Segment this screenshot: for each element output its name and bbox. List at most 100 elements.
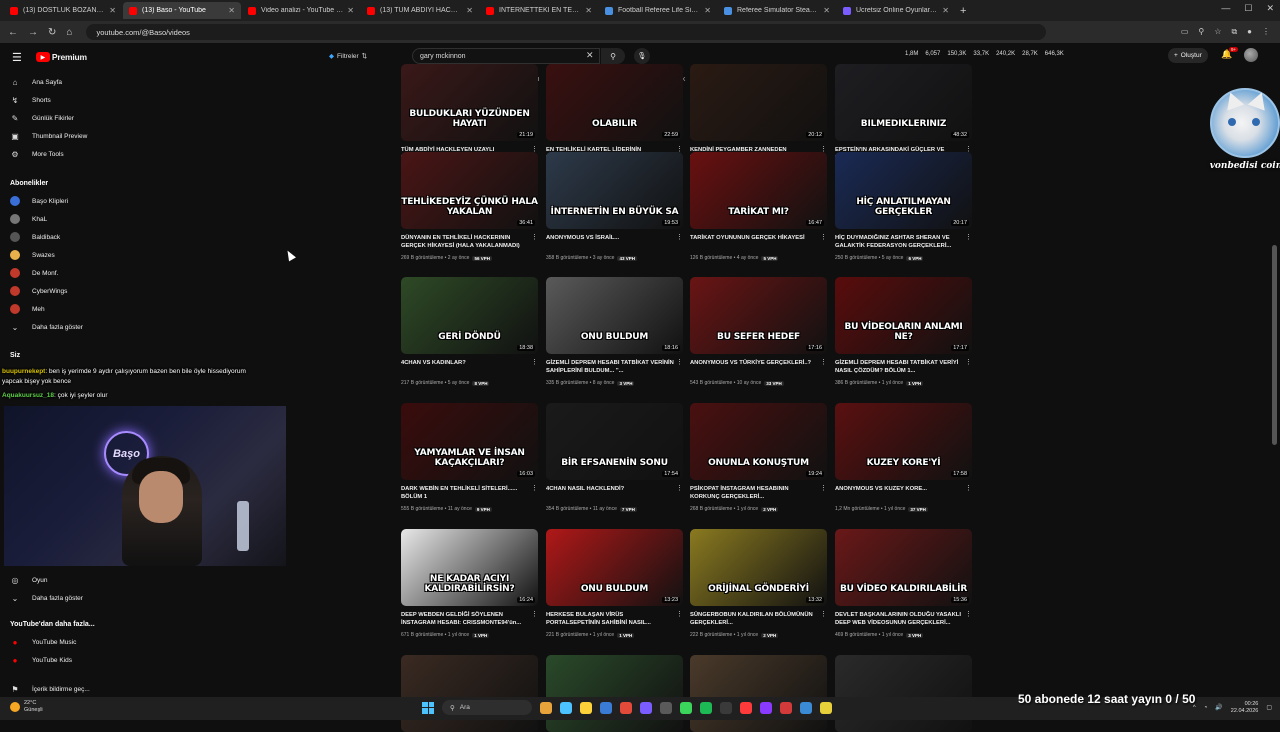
browser-tab[interactable]: Referee Simulator Steam'de ✕ (718, 2, 836, 19)
subscription-item[interactable]: Baldiback (10, 232, 60, 242)
taskbar-app-icon[interactable] (700, 701, 712, 714)
more-options-icon[interactable]: ⋮ (965, 358, 972, 366)
sidebar-item-report[interactable]: ⚑ İçerik bildirme geç... (10, 684, 89, 694)
video-thumbnail[interactable]: TEHLİKEDEYİZ ÇÜNKÜ HALA YAKALAN 36:41 (401, 152, 538, 229)
video-thumbnail[interactable]: BU SEFER HEDEF 17:16 (690, 277, 827, 354)
page-scrollbar[interactable] (1272, 245, 1277, 445)
show-more-button[interactable]: ⌄ Daha fazla göster (10, 593, 83, 603)
taskbar-app-icon[interactable] (620, 701, 632, 714)
video-thumbnail[interactable]: 20:12 (690, 64, 827, 141)
network-icon[interactable]: ◔ (1204, 705, 1208, 711)
browser-tab[interactable]: Football Referee Life Simulator✕ (599, 2, 717, 19)
video-title[interactable]: DÜNYANIN EN TEHLİKELİ HACKERININ GERÇEK … (401, 234, 529, 251)
video-thumbnail[interactable]: KUZEY KORE'Yİ 17:58 (835, 403, 972, 480)
sidebar-item[interactable]: ● YouTube Music (10, 637, 77, 647)
more-options-icon[interactable]: ⋮ (965, 610, 972, 618)
cast-icon[interactable]: ▭ (1181, 27, 1189, 37)
tab-close-icon[interactable]: ✕ (347, 6, 354, 15)
zoom-icon[interactable]: ⚲ (1198, 27, 1204, 37)
sidebar-item[interactable]: ⚙ More Tools (10, 149, 63, 159)
taskbar-app-icon[interactable] (720, 701, 732, 714)
taskbar-app-icon[interactable] (560, 701, 572, 714)
video-title[interactable]: HERKESE BULAŞAN VİRÜS PORTALSEPETİNİN SA… (546, 611, 674, 628)
sidebar-item[interactable]: ● YouTube Kids (10, 655, 72, 665)
sidebar-item[interactable]: ✎ Günlük Fikirler (10, 113, 74, 123)
video-thumbnail[interactable] (690, 655, 827, 732)
video-title[interactable]: DEVLET BAŞKANLARININ OLDUĞU YASAKLI DEEP… (835, 611, 963, 628)
more-options-icon[interactable]: ⋮ (820, 233, 827, 241)
tab-close-icon[interactable]: ✕ (704, 6, 711, 15)
video-thumbnail[interactable]: BİR EFSANENİN SONU 17:54 (546, 403, 683, 480)
more-options-icon[interactable]: ⋮ (965, 233, 972, 241)
maximize-icon[interactable]: ☐ (1244, 3, 1252, 14)
video-title[interactable]: ANONYMOUS VS İSRAİL... (546, 234, 674, 242)
subscription-item[interactable]: Meh (10, 304, 45, 314)
video-thumbnail[interactable]: GERİ DÖNDÜ 18:38 (401, 277, 538, 354)
search-button[interactable]: ⚲ (601, 48, 625, 64)
taskbar-search[interactable]: ⚲ Ara (442, 700, 532, 715)
voice-search-button[interactable]: 🎙 (634, 48, 650, 64)
video-title[interactable]: TARİKAT OYUNUNUN GERÇEK HİKAYESİ (690, 234, 818, 242)
clear-search-icon[interactable]: ✕ (586, 50, 594, 61)
video-thumbnail[interactable]: ONU BULDUM 18:16 (546, 277, 683, 354)
video-title[interactable]: HİÇ DUYMADIĞINIZ ASHTAR SHERAN VE GALAKT… (835, 234, 963, 251)
new-tab-icon[interactable]: + (960, 5, 966, 17)
video-title[interactable]: ANONYMOUS VS TÜRKİYE GERÇEKLERİ..? (690, 359, 818, 367)
back-icon[interactable]: ← (8, 27, 18, 38)
taskbar-app-icon[interactable] (800, 701, 812, 714)
video-thumbnail[interactable]: ORİJİNAL GÖNDERİYİ 13:32 (690, 529, 827, 606)
more-options-icon[interactable]: ⋮ (676, 233, 683, 241)
video-title[interactable]: DEEP WEBDEN GELDİĞİ SÖYLENEN İNSTAGRAM H… (401, 611, 529, 628)
url-field[interactable]: youtube.com/@Baso/videos (86, 24, 1047, 40)
show-more-button[interactable]: ⌄ Daha fazla göster (10, 322, 83, 332)
more-options-icon[interactable]: ⋮ (965, 484, 972, 492)
browser-tab[interactable]: (13) Baso - YouTube ✕ (123, 2, 241, 19)
weather-widget[interactable]: 22°C Güneşli (10, 700, 43, 713)
close-window-icon[interactable]: ✕ (1266, 3, 1274, 14)
profile-icon[interactable]: ● (1247, 27, 1252, 37)
tab-close-icon[interactable]: ✕ (823, 6, 830, 15)
tab-close-icon[interactable]: ✕ (109, 6, 116, 15)
video-thumbnail[interactable]: HİÇ ANLATILMAYAN GERÇEKLER 20:17 (835, 152, 972, 229)
tab-close-icon[interactable]: ✕ (466, 6, 473, 15)
more-options-icon[interactable]: ⋮ (676, 484, 683, 492)
create-button[interactable]: + Oluştur (1168, 48, 1208, 63)
video-thumbnail[interactable]: İNTERNETİN EN BÜYÜK SA 19:53 (546, 152, 683, 229)
more-options-icon[interactable]: ⋮ (676, 610, 683, 618)
extensions-icon[interactable]: ⧉ (1231, 27, 1237, 37)
subscription-item[interactable]: Başo Klipleri (10, 196, 68, 206)
browser-tab[interactable]: (13) DOSTLUK BOZAN OYUN... ✕ (4, 2, 122, 19)
video-title[interactable]: 4CHAN VS KADINLAR? (401, 359, 529, 367)
more-options-icon[interactable]: ⋮ (820, 358, 827, 366)
subscription-item[interactable]: Swazes (10, 250, 55, 260)
taskbar-app-icon[interactable] (740, 701, 752, 714)
sidebar-item-game[interactable]: ◎ Oyun (10, 575, 48, 585)
bookmark-star-icon[interactable]: ☆ (1214, 27, 1221, 37)
youtube-logo[interactable]: ▶ Premium (35, 52, 87, 62)
taskbar-app-icon[interactable] (680, 701, 692, 714)
video-thumbnail[interactable]: NE KADAR ACIYI KALDIRABİLİRSİN? 16:24 (401, 529, 538, 606)
taskbar-app-icon[interactable] (640, 701, 652, 714)
video-thumbnail[interactable]: YAMYAMLAR VE İNSAN KAÇAKÇILARI? 16:03 (401, 403, 538, 480)
browser-menu-icon[interactable]: ⋮ (1262, 27, 1270, 37)
video-title[interactable]: GİZEMLİ DEPREM HESABI TATBİKAT VERİYİ NA… (835, 359, 963, 376)
video-title[interactable]: ANONYMOUS VS KUZEY KORE... (835, 485, 963, 493)
more-options-icon[interactable]: ⋮ (820, 484, 827, 492)
subscription-item[interactable]: De Monf. (10, 268, 58, 278)
video-thumbnail[interactable]: BULDUKLARI YÜZÜNDEN HAYATI 21:19 (401, 64, 538, 141)
menu-icon[interactable]: ☰ (12, 51, 22, 64)
video-thumbnail[interactable]: ONU BULDUM 13:23 (546, 529, 683, 606)
home-icon[interactable]: ⌂ (66, 27, 72, 38)
browser-tab[interactable]: (13) TÜM ABDİYİ HACKLEYEN U... ✕ (361, 2, 479, 19)
clock[interactable]: 00:26 22.04.2026 (1231, 701, 1259, 715)
video-thumbnail[interactable]: BU VİDEOLARIN ANLAMI NE? 17:17 (835, 277, 972, 354)
sidebar-item[interactable]: ⌂ Ana Sayfa (10, 77, 62, 87)
taskbar-app-icon[interactable] (580, 701, 592, 714)
minimize-icon[interactable]: — (1221, 3, 1230, 14)
you-header[interactable]: Siz (10, 352, 20, 359)
taskbar-app-icon[interactable] (600, 701, 612, 714)
video-thumbnail[interactable]: BU VİDEO KALDIRILABİLİR 15:36 (835, 529, 972, 606)
subscription-item[interactable]: CyberWings (10, 286, 67, 296)
more-options-icon[interactable]: ⋮ (531, 358, 538, 366)
more-options-icon[interactable]: ⋮ (531, 610, 538, 618)
